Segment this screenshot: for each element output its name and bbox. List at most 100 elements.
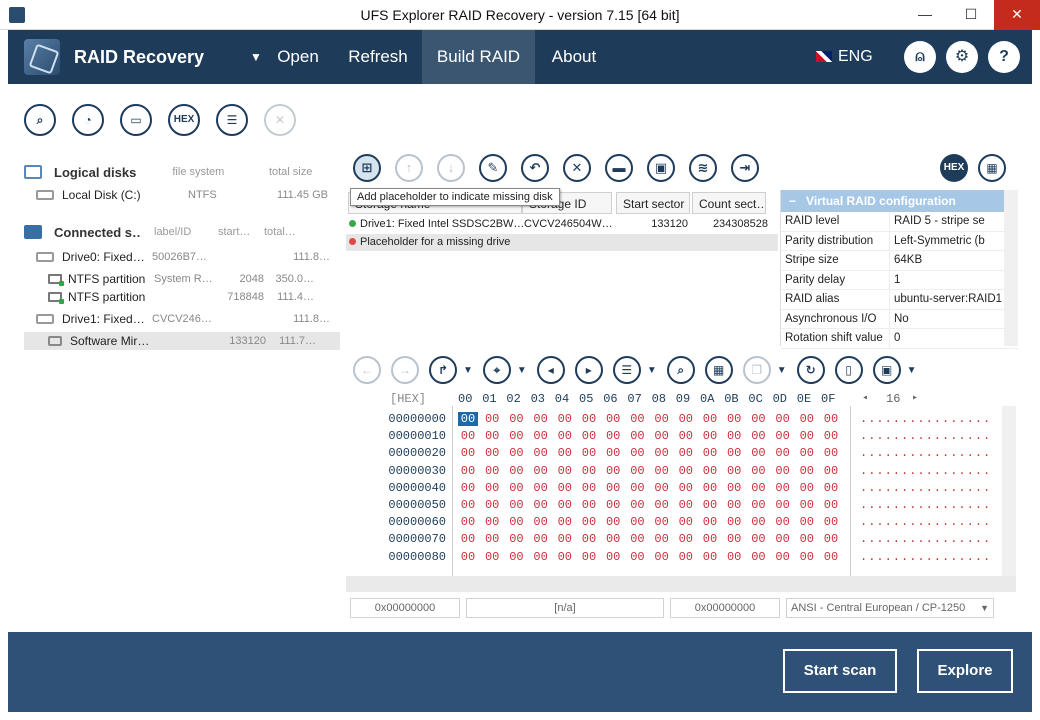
hex-byte[interactable]: 00 xyxy=(506,498,526,512)
hex-viewer[interactable]: [HEX] 00 01 02 03 04 05 06 07 08 09 0A 0B 0C 0D 0E 0F ◂… xyxy=(346,388,1016,578)
width-right-icon[interactable]: ▸ xyxy=(912,390,918,408)
hex-byte[interactable]: 00 xyxy=(531,481,551,495)
hex-byte[interactable]: 00 xyxy=(821,412,841,426)
ascii-row[interactable]: ................ xyxy=(860,481,991,495)
hex-byte[interactable]: 00 xyxy=(652,498,672,512)
hex-byte[interactable]: 00 xyxy=(506,429,526,443)
hex-byte[interactable]: 00 xyxy=(506,532,526,546)
hex-byte[interactable]: 00 xyxy=(482,515,502,529)
hex-byte[interactable]: 00 xyxy=(555,532,575,546)
hex-byte[interactable]: 00 xyxy=(748,446,768,460)
hex-byte[interactable]: 00 xyxy=(555,464,575,478)
hex-byte[interactable]: 00 xyxy=(458,498,478,512)
hex-byte[interactable]: 00 xyxy=(579,532,599,546)
hex-byte[interactable]: 00 xyxy=(797,446,817,460)
hex-byte[interactable]: 00 xyxy=(652,446,672,460)
stripe-size-select[interactable]: 64KB▼ xyxy=(889,251,1018,270)
ascii-row[interactable]: ................ xyxy=(860,498,991,512)
hex-byte[interactable]: 00 xyxy=(579,464,599,478)
hex-byte[interactable]: 00 xyxy=(579,550,599,564)
hex-byte[interactable]: 00 xyxy=(555,550,575,564)
hex-byte[interactable]: 00 xyxy=(724,550,744,564)
nav-refresh[interactable]: Refresh xyxy=(338,30,418,84)
hex-byte[interactable]: 00 xyxy=(603,498,623,512)
nav-build-raid[interactable]: Build RAID xyxy=(422,30,535,84)
grid-view-icon[interactable]: ▦ xyxy=(978,154,1006,182)
hex-byte[interactable]: 00 xyxy=(773,481,793,495)
hex-byte[interactable]: 00 xyxy=(748,515,768,529)
hex-byte[interactable]: 00 xyxy=(603,532,623,546)
undo-icon[interactable]: ↶ xyxy=(521,154,549,182)
export-icon[interactable]: ⇥ xyxy=(731,154,759,182)
tag-left-icon[interactable]: ◂ xyxy=(536,356,565,384)
hex-byte[interactable]: 00 xyxy=(724,464,744,478)
hex-byte[interactable]: 00 xyxy=(506,464,526,478)
partition-row[interactable]: NTFS partition System R… 2048 350.0… xyxy=(24,270,340,288)
hex-byte[interactable]: 00 xyxy=(676,498,696,512)
hex-byte[interactable]: 00 xyxy=(724,498,744,512)
hex-byte[interactable]: 00 xyxy=(700,412,720,426)
list-icon[interactable]: ☰ xyxy=(216,104,248,136)
grid-icon[interactable]: ▦ xyxy=(704,356,733,384)
hex-byte[interactable]: 00 xyxy=(506,412,526,426)
config-row[interactable]: RAID alias ubuntu-server:RAID1 xyxy=(781,290,1018,310)
dropdown-arrow-icon[interactable]: ▼ xyxy=(246,30,266,84)
hex-byte[interactable]: 00 xyxy=(531,532,551,546)
hex-byte[interactable]: 00 xyxy=(579,481,599,495)
dropdown-icon[interactable]: ▼ xyxy=(463,365,473,376)
hex-byte[interactable]: 00 xyxy=(482,498,502,512)
language-selector[interactable]: ENG xyxy=(816,30,873,84)
hex-byte[interactable]: 00 xyxy=(458,481,478,495)
hex-byte[interactable]: 00 xyxy=(700,429,720,443)
maximize-button[interactable]: ☐ xyxy=(948,0,994,30)
hex-byte[interactable]: 00 xyxy=(531,429,551,443)
hex-byte[interactable]: 00 xyxy=(748,498,768,512)
hex-byte[interactable]: 00 xyxy=(458,446,478,460)
ascii-row[interactable]: ................ xyxy=(860,429,991,443)
hex-byte[interactable]: 00 xyxy=(821,498,841,512)
hex-byte[interactable]: 00 xyxy=(531,498,551,512)
hex-byte[interactable]: 00 xyxy=(748,532,768,546)
ascii-row[interactable]: ................ xyxy=(860,532,991,546)
hex-byte[interactable]: 00 xyxy=(627,446,647,460)
add-placeholder-icon[interactable]: ⊞ xyxy=(353,154,381,182)
hex-byte[interactable]: 00 xyxy=(797,498,817,512)
hex-byte[interactable]: 00 xyxy=(724,412,744,426)
hex-byte[interactable]: 00 xyxy=(579,412,599,426)
hex-byte[interactable]: 00 xyxy=(773,532,793,546)
hex-byte[interactable]: 00 xyxy=(748,429,768,443)
hex-byte[interactable]: 00 xyxy=(797,532,817,546)
hex-byte[interactable]: 00 xyxy=(821,515,841,529)
open-folder-icon[interactable]: ▬ xyxy=(605,154,633,182)
rotation-shift-field[interactable]: 0 xyxy=(889,329,1018,348)
config-header[interactable]: − Virtual RAID configuration xyxy=(781,190,1018,212)
raid-level-select[interactable]: RAID 5 - stripe se▼ xyxy=(889,212,1018,231)
hex-byte[interactable]: 00 xyxy=(627,481,647,495)
hex-byte[interactable]: 00 xyxy=(555,429,575,443)
hex-byte[interactable]: 00 xyxy=(531,464,551,478)
help-icon[interactable]: ? xyxy=(988,41,1020,73)
bookmark-icon[interactable]: ⌖ xyxy=(482,356,511,384)
config-row[interactable]: Parity distribution Left-Symmetric (b▼ xyxy=(781,231,1018,251)
hex-byte[interactable]: 00 xyxy=(603,412,623,426)
user-icon[interactable]: ⍝ xyxy=(904,41,936,73)
hex-byte[interactable]: 00 xyxy=(506,481,526,495)
refresh-icon[interactable]: ↻ xyxy=(796,356,825,384)
hex-byte[interactable]: 00 xyxy=(676,464,696,478)
col-count-sectors[interactable]: Count sect… xyxy=(692,192,766,214)
hex-byte[interactable]: 00 xyxy=(821,429,841,443)
remove-icon[interactable]: ✕ xyxy=(563,154,591,182)
hex-byte[interactable]: 00 xyxy=(676,429,696,443)
hex-byte[interactable]: 00 xyxy=(676,532,696,546)
save-icon[interactable]: ▣ xyxy=(872,356,901,384)
col-start-sector[interactable]: Start sector xyxy=(616,192,690,214)
hex-byte[interactable]: 00 xyxy=(603,515,623,529)
hex-byte[interactable]: 00 xyxy=(458,515,478,529)
hex-view-button[interactable]: HEX xyxy=(940,154,968,182)
hex-byte[interactable]: 00 xyxy=(531,446,551,460)
hex-byte[interactable]: 00 xyxy=(555,481,575,495)
hex-icon[interactable]: HEX xyxy=(168,104,200,136)
hex-byte[interactable]: 00 xyxy=(724,532,744,546)
tag-right-icon[interactable]: ▸ xyxy=(574,356,603,384)
hex-byte[interactable]: 00 xyxy=(748,550,768,564)
